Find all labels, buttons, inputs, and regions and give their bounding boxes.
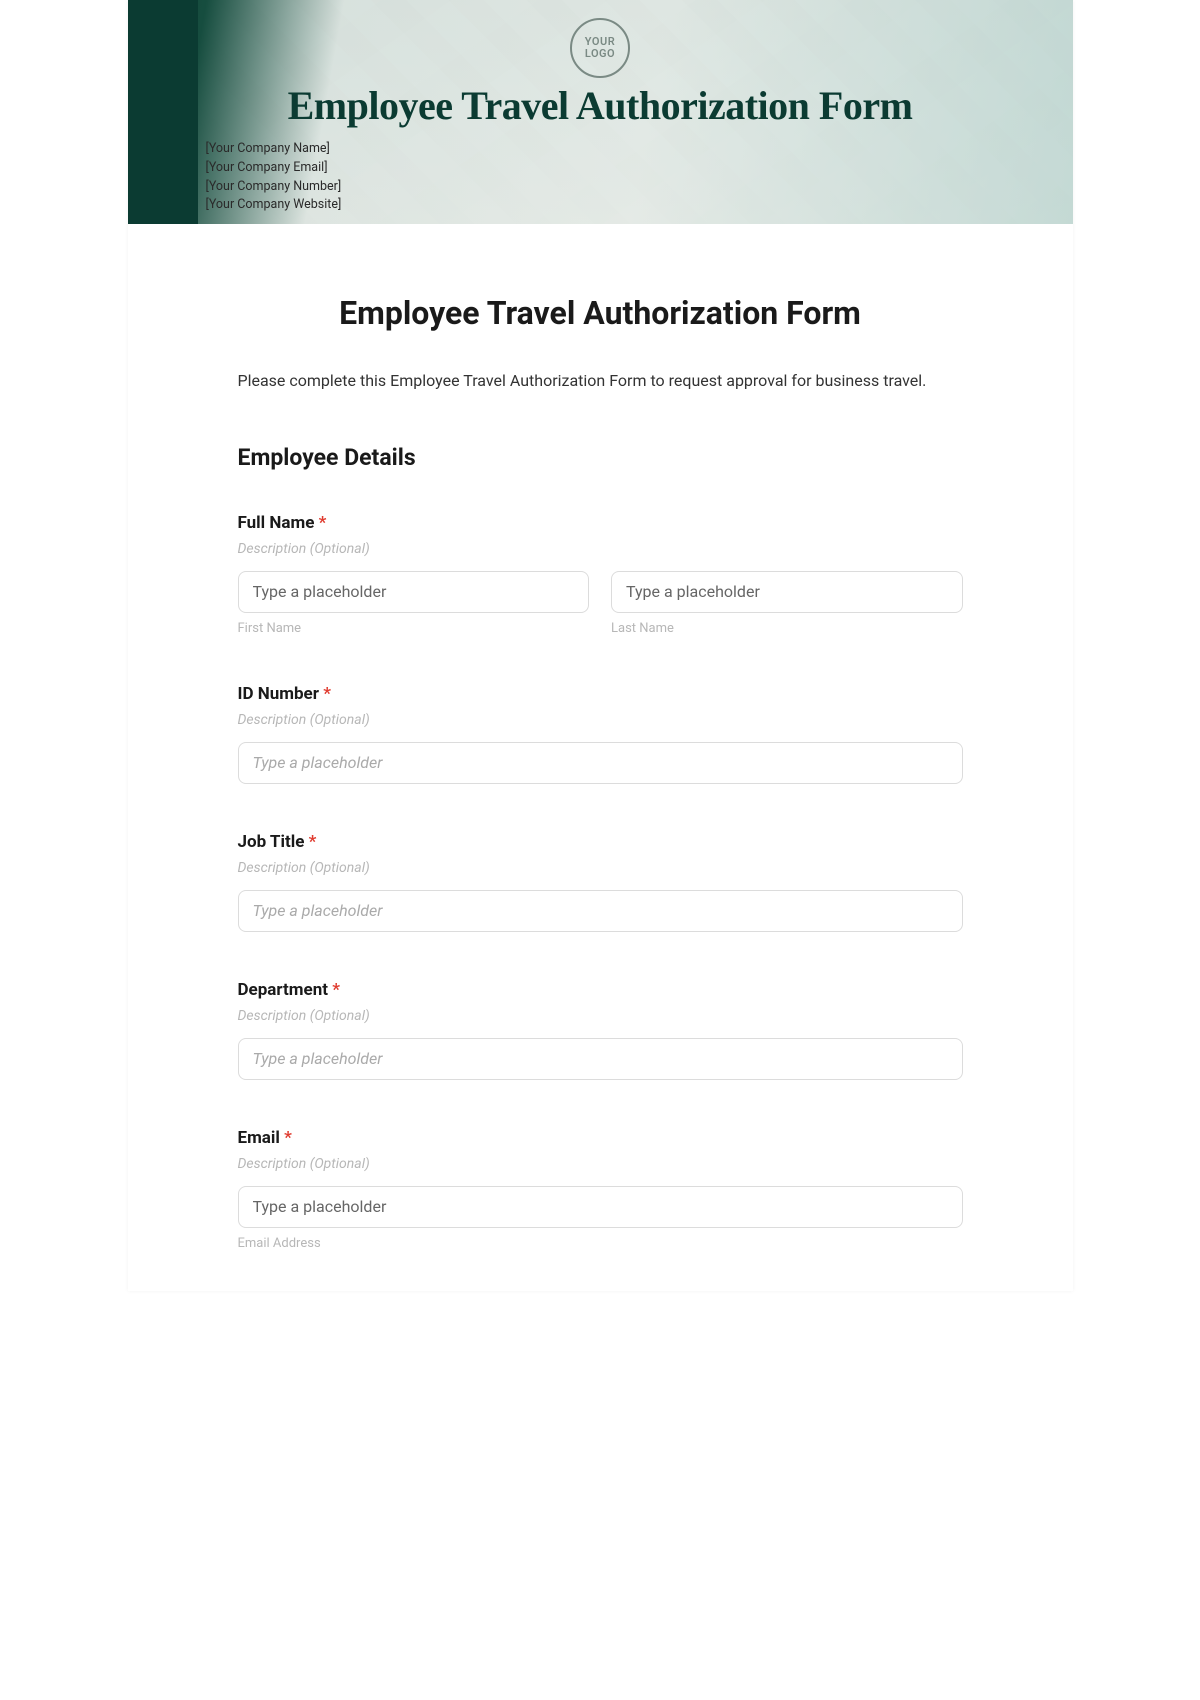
id-number-input[interactable] [238, 742, 963, 784]
logo-text: YOUR LOGO [572, 36, 628, 60]
first-name-input[interactable] [238, 571, 590, 613]
field-id-number: ID Number * Description (Optional) [238, 684, 963, 784]
label-text: Job Title [238, 832, 305, 852]
field-label-department: Department * [238, 980, 963, 1000]
last-name-input[interactable] [611, 571, 963, 613]
form-title: Employee Travel Authorization Form [238, 294, 963, 332]
last-name-col: Last Name [611, 571, 963, 636]
field-job-title: Job Title * Description (Optional) [238, 832, 963, 932]
field-description: Description (Optional) [238, 541, 963, 557]
company-website-line: [Your Company Website] [206, 196, 342, 215]
full-name-row: First Name Last Name [238, 571, 963, 636]
required-star: * [332, 980, 340, 1000]
required-star: * [284, 1128, 292, 1148]
logo-placeholder: YOUR LOGO [570, 18, 630, 78]
email-sublabel: Email Address [238, 1236, 963, 1251]
banner-title: Employee Travel Authorization Form [128, 82, 1073, 129]
label-text: ID Number [238, 684, 319, 704]
label-text: Email [238, 1128, 280, 1148]
field-description: Description (Optional) [238, 1156, 963, 1172]
required-star: * [323, 684, 331, 704]
field-full-name: Full Name * Description (Optional) First… [238, 513, 963, 636]
company-number-line: [Your Company Number] [206, 178, 342, 197]
label-text: Full Name [238, 513, 315, 533]
department-input[interactable] [238, 1038, 963, 1080]
field-description: Description (Optional) [238, 1008, 963, 1024]
field-email: Email * Description (Optional) Email Add… [238, 1128, 963, 1251]
header-banner: YOUR LOGO Employee Travel Authorization … [128, 0, 1073, 224]
first-name-sublabel: First Name [238, 621, 590, 636]
document-page: YOUR LOGO Employee Travel Authorization … [128, 0, 1073, 1291]
form-content: Employee Travel Authorization Form Pleas… [128, 224, 1073, 1251]
email-input[interactable] [238, 1186, 963, 1228]
company-email-line: [Your Company Email] [206, 159, 342, 178]
section-heading-employee-details: Employee Details [238, 444, 963, 471]
field-label-job-title: Job Title * [238, 832, 963, 852]
company-info-block: [Your Company Name] [Your Company Email]… [206, 140, 342, 215]
last-name-sublabel: Last Name [611, 621, 963, 636]
company-name-line: [Your Company Name] [206, 140, 342, 159]
field-description: Description (Optional) [238, 860, 963, 876]
required-star: * [309, 832, 317, 852]
form-intro: Please complete this Employee Travel Aut… [238, 366, 963, 396]
field-label-full-name: Full Name * [238, 513, 963, 533]
job-title-input[interactable] [238, 890, 963, 932]
field-description: Description (Optional) [238, 712, 963, 728]
label-text: Department [238, 980, 328, 1000]
field-label-id-number: ID Number * [238, 684, 963, 704]
required-star: * [319, 513, 327, 533]
first-name-col: First Name [238, 571, 590, 636]
field-department: Department * Description (Optional) [238, 980, 963, 1080]
field-label-email: Email * [238, 1128, 963, 1148]
